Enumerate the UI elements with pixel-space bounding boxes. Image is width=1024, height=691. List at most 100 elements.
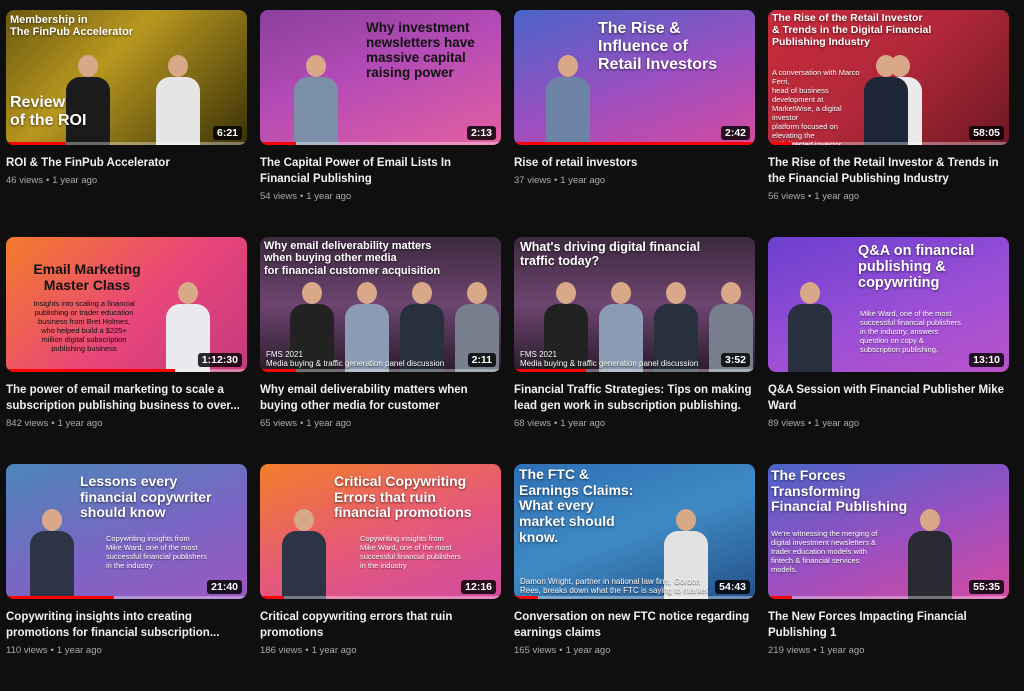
thumbnail-headline: Why email deliverability matters when bu… [264, 240, 441, 277]
separator-dot: • [51, 418, 55, 429]
thumbnail-subtext: Copywriting insights from Mike Ward, one… [360, 534, 461, 570]
video-title[interactable]: The Rise of the Retail Investor & Trends… [768, 155, 1009, 187]
video-card[interactable]: Why investment newsletters have massive … [260, 10, 501, 237]
thumbnail-headline: Q&A on financial publishing & copywritin… [858, 243, 975, 292]
thumbnail-subtext: Insights into scaling a financial publis… [33, 299, 135, 353]
thumbnail-headline-secondary: Review of the ROI [10, 94, 87, 129]
duration-badge: 3:52 [720, 353, 750, 367]
video-thumbnail[interactable]: Lessons every financial copywriter shoul… [6, 464, 247, 599]
thumbnail-headline: Critical Copywriting Errors that ruin fi… [334, 473, 472, 521]
thumbnail-headline: Membership in The FinPub Accelerator [10, 14, 134, 39]
speaker-head [78, 55, 98, 77]
upload-age: 1 year ago [565, 645, 611, 656]
video-card[interactable]: Email Marketing Master Class Insights int… [6, 237, 247, 464]
speaker-body [282, 531, 326, 599]
video-title[interactable]: Copywriting insights into creating promo… [6, 609, 247, 641]
video-metadata: 46 views • 1 year ago [6, 175, 247, 186]
video-thumbnail[interactable]: What's driving digital financial traffic… [514, 237, 755, 372]
video-thumbnail[interactable]: Email Marketing Master Class Insights int… [6, 237, 247, 372]
watch-progress-bar [6, 142, 67, 145]
speaker-head [920, 509, 940, 531]
video-metadata: 56 views • 1 year ago [768, 191, 1009, 202]
watch-progress-bar [6, 596, 115, 599]
video-thumbnail[interactable]: Why investment newsletters have massive … [260, 10, 501, 145]
speaker-figure [30, 509, 74, 599]
watch-progress-track [260, 142, 501, 145]
video-card[interactable]: The Forces Transforming Financial Publis… [768, 464, 1009, 691]
video-metadata: 165 views • 1 year ago [514, 645, 755, 656]
duration-badge: 6:21 [212, 126, 242, 140]
view-count: 110 views [6, 645, 48, 656]
video-title[interactable]: Conversation on new FTC notice regarding… [514, 609, 755, 641]
video-title[interactable]: The New Forces Impacting Financial Publi… [768, 609, 1009, 641]
watch-progress-bar [768, 142, 793, 145]
video-card[interactable]: The Rise of the Retail Investor & Trends… [768, 10, 1009, 237]
thumbnail-headline: The FTC & Earnings Claims: What every ma… [519, 466, 634, 545]
duration-badge: 55:35 [969, 580, 1004, 594]
view-count: 54 views [260, 191, 297, 202]
video-title[interactable]: Rise of retail investors [514, 155, 755, 171]
thumbnail-caption: FMS 2021 Media buying & traffic generati… [266, 350, 445, 368]
thumbnail-caption: FMS 2021 Media buying & traffic generati… [520, 350, 699, 368]
video-card[interactable]: The FTC & Earnings Claims: What every ma… [514, 464, 755, 691]
video-card[interactable]: Q&A on financial publishing & copywritin… [768, 237, 1009, 464]
speaker-body [30, 531, 74, 599]
video-metadata: 842 views • 1 year ago [6, 418, 247, 429]
video-title[interactable]: ROI & The FinPub Accelerator [6, 155, 247, 171]
view-count: 65 views [260, 418, 297, 429]
watch-progress-bar [768, 596, 793, 599]
watch-progress-track [768, 596, 1009, 599]
video-card[interactable]: Membership in The FinPub Accelerator Revi… [6, 10, 247, 237]
duration-badge: 13:10 [969, 353, 1004, 367]
watch-progress-bar [260, 596, 285, 599]
speaker-head [168, 55, 188, 77]
watch-progress-track [768, 142, 1009, 145]
speaker-head [721, 282, 741, 304]
speaker-head [467, 282, 487, 304]
video-card[interactable]: The Rise & Influence of Retail Investors… [514, 10, 755, 237]
speaker-figure [282, 509, 326, 599]
video-title[interactable]: The power of email marketing to scale a … [6, 382, 247, 414]
thumbnail-headline: What's driving digital financial traffic… [520, 240, 701, 268]
separator-dot: • [50, 645, 54, 656]
video-metadata: 65 views • 1 year ago [260, 418, 501, 429]
upload-age: 1 year ago [311, 645, 357, 656]
duration-badge: 21:40 [207, 580, 242, 594]
video-title[interactable]: Financial Traffic Strategies: Tips on ma… [514, 382, 755, 414]
upload-age: 1 year ago [814, 418, 860, 429]
video-card[interactable]: Lessons every financial copywriter shoul… [6, 464, 247, 691]
speaker-head [558, 55, 578, 77]
video-thumbnail[interactable]: The Rise & Influence of Retail Investors… [514, 10, 755, 145]
video-title[interactable]: Why email deliverability matters when bu… [260, 382, 501, 414]
speaker-head [302, 282, 322, 304]
video-card[interactable]: Critical Copywriting Errors that ruin fi… [260, 464, 501, 691]
video-thumbnail[interactable]: Why email deliverability matters when bu… [260, 237, 501, 372]
video-thumbnail[interactable]: The Forces Transforming Financial Publis… [768, 464, 1009, 599]
speaker-body [908, 531, 952, 599]
video-thumbnail[interactable]: The Rise of the Retail Investor & Trends… [768, 10, 1009, 145]
duration-badge: 2:13 [466, 126, 496, 140]
view-count: 68 views [514, 418, 551, 429]
speaker-head [556, 282, 576, 304]
separator-dot: • [299, 191, 304, 202]
video-thumbnail[interactable]: Critical Copywriting Errors that ruin fi… [260, 464, 501, 599]
video-thumbnail[interactable]: The FTC & Earnings Claims: What every ma… [514, 464, 755, 599]
view-count: 219 views [768, 645, 811, 656]
watch-progress-track [514, 596, 755, 599]
video-thumbnail[interactable]: Q&A on financial publishing & copywritin… [768, 237, 1009, 372]
video-thumbnail[interactable]: Membership in The FinPub Accelerator Revi… [6, 10, 247, 145]
separator-dot: • [813, 645, 817, 656]
separator-dot: • [807, 191, 812, 202]
upload-age: 1 year ago [52, 175, 98, 186]
video-title[interactable]: The Capital Power of Email Lists In Fina… [260, 155, 501, 187]
speaker-figure [908, 509, 952, 599]
video-card[interactable]: Why email deliverability matters when bu… [260, 237, 501, 464]
speaker-head [42, 509, 62, 531]
upload-age: 1 year ago [56, 645, 102, 656]
video-title[interactable]: Q&A Session with Financial Publisher Mik… [768, 382, 1009, 414]
duration-badge: 58:05 [969, 126, 1004, 140]
video-card[interactable]: What's driving digital financial traffic… [514, 237, 755, 464]
video-title[interactable]: Critical copywriting errors that ruin pr… [260, 609, 501, 641]
separator-dot: • [305, 645, 309, 656]
view-count: 46 views [6, 175, 43, 186]
